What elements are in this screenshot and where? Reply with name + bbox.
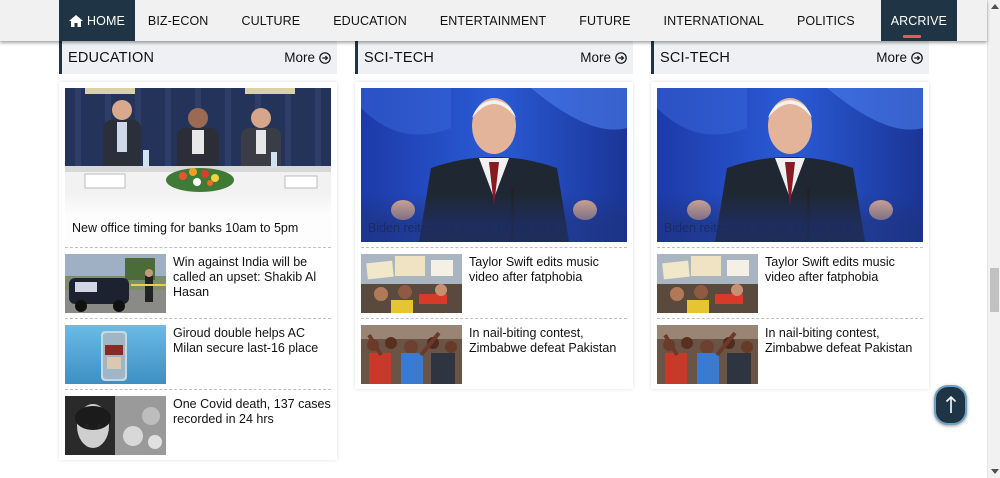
section-education: EDUCATION More New office timing for ban… — [59, 41, 337, 460]
section-title: SCI-TECH — [660, 49, 731, 66]
list-item[interactable]: Taylor Swift edits music video after fat… — [657, 247, 923, 313]
more-link[interactable]: More — [284, 50, 331, 65]
lead-caption[interactable]: New office timing for banks 10am to 5pm — [65, 193, 331, 242]
circle-arrow-right-icon — [615, 51, 627, 64]
nav-international[interactable]: INTERNATIONAL — [664, 0, 764, 41]
nav-home[interactable]: HOME — [59, 0, 135, 41]
section-card: New office timing for banks 10am to 5pm … — [59, 82, 337, 460]
list-item[interactable]: One Covid death, 137 cases recorded in 2… — [65, 389, 331, 455]
circle-arrow-right-icon — [319, 51, 331, 64]
more-link[interactable]: More — [876, 50, 923, 65]
thumbnail-image — [657, 254, 758, 313]
thumbnail-image — [361, 325, 462, 384]
section-header: SCI-TECH More — [651, 41, 929, 74]
scroll-thumb[interactable] — [990, 268, 999, 312]
nav-archive[interactable]: ARCRIVE — [880, 0, 957, 41]
headline[interactable]: In nail-biting contest, Zimbabwe defeat … — [462, 325, 627, 383]
list-item[interactable]: Win against India will be called an upse… — [65, 247, 331, 313]
headline[interactable]: Win against India will be called an upse… — [166, 254, 331, 312]
nav-entertainment[interactable]: ENTERTAINMENT — [440, 0, 546, 41]
more-label: More — [580, 50, 611, 65]
home-icon — [69, 14, 83, 27]
thumbnail-image — [65, 396, 166, 455]
nav-home-label: HOME — [87, 13, 125, 28]
list-item[interactable]: Taylor Swift edits music video after fat… — [361, 247, 627, 313]
scroll-down-arrow-icon[interactable] — [991, 469, 999, 474]
section-card: Biden reiterates on the bill he said Tay… — [355, 82, 633, 389]
nav-education[interactable]: EDUCATION — [333, 0, 407, 41]
more-label: More — [876, 50, 907, 65]
thumbnail-image — [657, 325, 758, 384]
nav-culture[interactable]: CULTURE — [241, 0, 300, 41]
section-title: SCI-TECH — [364, 49, 435, 66]
headline[interactable]: In nail-biting contest, Zimbabwe defeat … — [758, 325, 923, 383]
list-item[interactable]: In nail-biting contest, Zimbabwe defeat … — [361, 318, 627, 384]
thumbnail-image — [65, 325, 166, 384]
thumbnail-image — [361, 254, 462, 313]
section-title: EDUCATION — [68, 49, 155, 66]
lead-caption[interactable]: Biden reiterates on the bill he said — [657, 193, 923, 242]
nav-politics[interactable]: POLITICS — [797, 0, 855, 41]
lead-story[interactable]: Biden reiterates on the bill he said — [361, 88, 627, 242]
page-scrollbar[interactable] — [987, 0, 1000, 478]
more-link[interactable]: More — [580, 50, 627, 65]
section-sci-tech-2: SCI-TECH More Biden reiterates on the bi… — [651, 41, 929, 389]
back-to-top-button[interactable] — [934, 385, 967, 425]
section-sci-tech: SCI-TECH More Biden reiterates on the bi… — [355, 41, 633, 389]
more-label: More — [284, 50, 315, 65]
lead-story[interactable]: Biden reiterates on the bill he said — [657, 88, 923, 242]
headline[interactable]: One Covid death, 137 cases recorded in 2… — [166, 396, 331, 454]
section-header: SCI-TECH More — [355, 41, 633, 74]
headline[interactable]: Taylor Swift edits music video after fat… — [462, 254, 627, 312]
list-item[interactable]: Giroud double helps AC Milan secure last… — [65, 318, 331, 384]
lead-caption[interactable]: Biden reiterates on the bill he said — [361, 193, 627, 242]
scroll-up-arrow-icon[interactable] — [991, 4, 999, 9]
list-item[interactable]: In nail-biting contest, Zimbabwe defeat … — [657, 318, 923, 384]
nav-biz-econ[interactable]: BIZ-ECON — [148, 0, 209, 41]
nav-future[interactable]: FUTURE — [579, 0, 630, 41]
headline[interactable]: Giroud double helps AC Milan secure last… — [166, 325, 331, 383]
section-card: Biden reiterates on the bill he said Tay… — [651, 82, 929, 389]
lead-story[interactable]: New office timing for banks 10am to 5pm — [65, 88, 331, 242]
arrow-up-icon — [945, 396, 956, 413]
section-header: EDUCATION More — [59, 41, 337, 74]
headline[interactable]: Taylor Swift edits music video after fat… — [758, 254, 923, 312]
thumbnail-image — [65, 254, 166, 313]
top-navbar: HOME BIZ-ECON CULTURE EDUCATION ENTERTAI… — [0, 0, 987, 41]
circle-arrow-right-icon — [911, 51, 923, 64]
